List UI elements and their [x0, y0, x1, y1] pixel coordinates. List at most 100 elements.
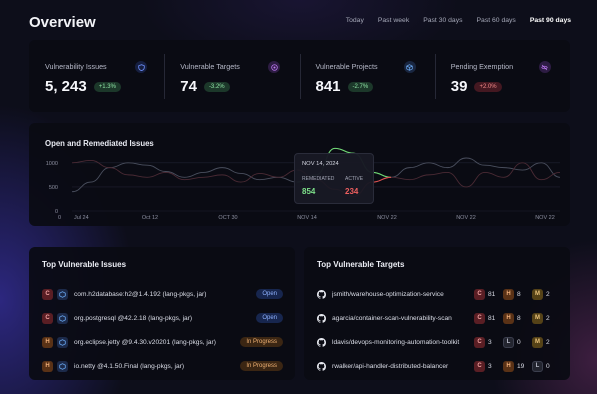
target-row[interactable]: rwalker/api-handler-distributed-balancer… [317, 354, 558, 378]
x-tick-label: NOV 22 [456, 215, 476, 221]
top-targets-card: Top Vulnerable Targets jsmith/warehouse-… [304, 247, 570, 380]
stat-vulnerable-projects[interactable]: Vulnerable Projects 841 -2.7% [299, 40, 435, 112]
severity-badge: C [42, 312, 53, 324]
target-row[interactable]: ldavis/devops-monitoring-automation-tool… [317, 330, 558, 354]
github-icon [317, 337, 326, 347]
issue-name: org.postgresql @42.2.18 (lang-pkgs, jar) [74, 314, 193, 322]
severity-count: 0 [546, 362, 550, 370]
y-tick-label: 1000 [46, 161, 58, 167]
severity-badge: C [42, 288, 53, 300]
severity-count: 81 [488, 314, 496, 322]
severity-badge: M [532, 336, 543, 348]
stat-label: Vulnerable Targets [180, 62, 240, 71]
severity-badge: C [474, 336, 485, 348]
severity-badge: M [532, 312, 543, 324]
stat-delta-badge: -3.2% [203, 81, 230, 92]
y-tick-label: 0 [58, 215, 61, 221]
x-tick-label: Jul 24 [74, 215, 89, 221]
stats-card: Vulnerability Issues 5, 243 +1.3% Vulner… [29, 40, 570, 112]
page-title: Overview [29, 14, 96, 31]
range-tab-past-60-days[interactable]: Past 60 days [477, 17, 516, 24]
page-header: Overview Today Past week Past 30 days Pa… [29, 10, 571, 36]
stat-delta-badge: +1.3% [93, 81, 121, 92]
severity-badge: H [503, 360, 514, 372]
issue-name: org.eclipse.jetty @9.4.30.v20201 (lang-p… [74, 338, 216, 346]
range-tab-past-90-days[interactable]: Past 90 days [530, 17, 571, 24]
stat-label: Vulnerable Projects [315, 62, 378, 71]
status-badge: In Progress [240, 361, 283, 371]
x-tick-label: NOV 14 [297, 215, 317, 221]
stat-value: 39 [450, 78, 468, 95]
status-badge: Open [256, 289, 283, 299]
target-row[interactable]: agarcia/container-scan-vulnerability-sca… [317, 306, 558, 330]
card-title: Top Vulnerable Issues [42, 260, 127, 269]
stat-value: 74 [180, 78, 197, 95]
severity-badge: C [474, 288, 485, 300]
severity-badge: H [42, 336, 53, 348]
tooltip-active-label: ACTIVE [345, 176, 364, 182]
tooltip-remediated-value: 854 [302, 187, 316, 196]
target-name: ldavis/devops-monitoring-automation-tool… [332, 338, 460, 346]
target-icon [268, 61, 281, 73]
severity-count: 0 [517, 338, 521, 346]
severity-badge: C [474, 312, 485, 324]
github-icon [317, 289, 326, 299]
stat-value: 5, 243 [45, 78, 87, 95]
issue-row[interactable]: Ccom.h2database:h2@1.4.192 (lang-pkgs, j… [42, 282, 283, 306]
date-range-tabs: Today Past week Past 30 days Past 60 day… [332, 17, 571, 24]
severity-count: 2 [546, 314, 550, 322]
target-row[interactable]: jsmith/warehouse-optimization-service C 81… [317, 282, 558, 306]
issue-name: com.h2database:h2@1.4.192 (lang-pkgs, ja… [74, 290, 207, 298]
x-tick-label: OCT 30 [218, 215, 237, 221]
shield-icon [135, 61, 147, 73]
severity-count: 2 [546, 290, 550, 298]
severity-badge: H [42, 360, 53, 372]
top-issues-card: Top Vulnerable Issues Ccom.h2database:h2… [29, 247, 295, 380]
issue-row[interactable]: Corg.postgresql @42.2.18 (lang-pkgs, jar… [42, 306, 283, 330]
severity-badge: L [532, 360, 543, 372]
status-badge: In Progress [240, 337, 283, 347]
issue-row[interactable]: Hio.netty @4.1.50.Final (lang-pkgs, jar)… [42, 354, 283, 378]
severity-count: 8 [517, 314, 521, 322]
range-tab-today[interactable]: Today [346, 17, 364, 24]
package-icon [57, 336, 68, 348]
stat-delta-badge: -2.7% [347, 81, 374, 92]
stat-vulnerable-targets[interactable]: Vulnerable Targets 74 -3.2% [164, 40, 299, 112]
box-icon [403, 61, 416, 73]
chart-tooltip: NOV 14, 2024 REMEDIATED ACTIVE 854 234 [294, 153, 374, 204]
stat-delta-badge: +2.0% [474, 81, 502, 92]
severity-count: 81 [488, 290, 496, 298]
range-tab-past-30-days[interactable]: Past 30 days [423, 17, 462, 24]
eye-off-icon [538, 61, 551, 73]
github-icon [317, 361, 326, 371]
stat-pending-exemption[interactable]: Pending Exemption 39 +2.0% [434, 40, 570, 112]
y-tick-label: 500 [49, 185, 58, 191]
severity-counts: C 3 H 19 L 0 [474, 360, 558, 372]
stat-value: 841 [315, 78, 341, 95]
severity-count: 2 [546, 338, 550, 346]
x-tick-label: NOV 22 [535, 215, 555, 221]
severity-badge: H [503, 288, 514, 300]
tooltip-active-value: 234 [345, 187, 359, 196]
card-title: Top Vulnerable Targets [317, 260, 405, 269]
package-icon [57, 288, 68, 300]
severity-badge: H [503, 312, 514, 324]
severity-count: 19 [517, 362, 525, 370]
severity-badge: L [503, 336, 514, 348]
targets-list: jsmith/warehouse-optimization-service C 81… [317, 282, 558, 378]
x-tick-label: NOV 22 [377, 215, 397, 221]
target-name: agarcia/container-scan-vulnerability-sca… [332, 314, 452, 322]
severity-counts: C 81 H 8 M 2 [474, 288, 558, 300]
issues-list: Ccom.h2database:h2@1.4.192 (lang-pkgs, j… [42, 282, 283, 378]
range-tab-past-week[interactable]: Past week [378, 17, 409, 24]
tooltip-date: NOV 14, 2024 [302, 161, 339, 167]
severity-badge: C [474, 360, 485, 372]
target-name: rwalker/api-handler-distributed-balancer [332, 362, 449, 370]
tooltip-remediated-label: REMEDIATED [302, 176, 335, 182]
package-icon [57, 360, 68, 372]
github-icon [317, 313, 326, 323]
severity-count: 3 [488, 362, 492, 370]
issue-row[interactable]: Horg.eclipse.jetty @9.4.30.v20201 (lang-… [42, 330, 283, 354]
stat-vulnerability-issues[interactable]: Vulnerability Issues 5, 243 +1.3% [29, 40, 164, 112]
target-name: jsmith/warehouse-optimization-service [332, 290, 444, 298]
